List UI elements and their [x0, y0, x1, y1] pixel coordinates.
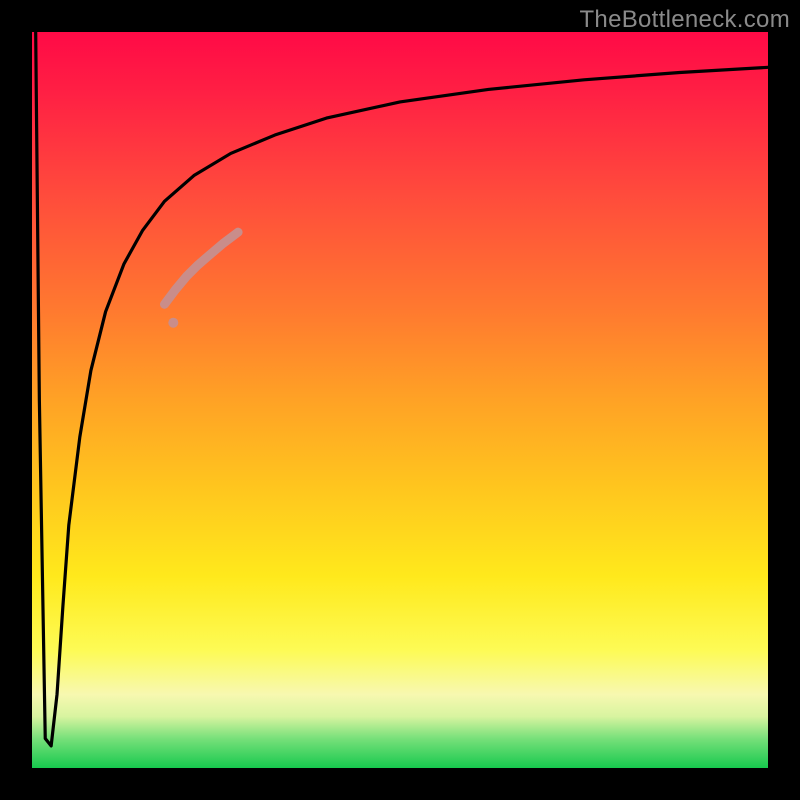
highlight-segment [164, 232, 238, 304]
bottleneck-curve [36, 32, 768, 746]
plot-area [32, 32, 768, 768]
highlight-dot [168, 318, 178, 328]
chart-frame: TheBottleneck.com [0, 0, 800, 800]
watermark-text: TheBottleneck.com [579, 6, 790, 34]
curve-layer [32, 32, 768, 768]
